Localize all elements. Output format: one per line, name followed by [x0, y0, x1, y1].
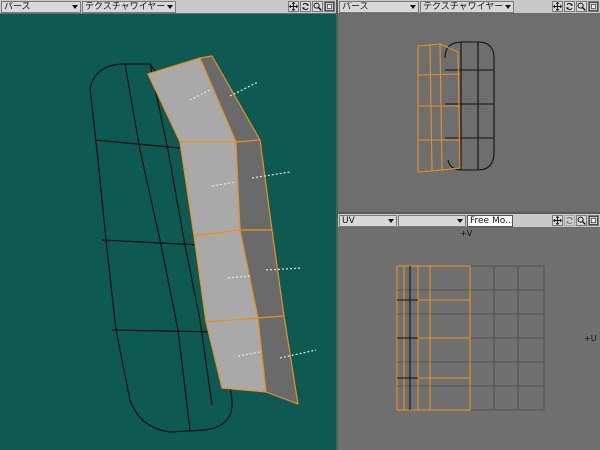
top-right-viewport-toolbar: パース テクスチャワイヤー: [338, 0, 600, 14]
move-view-icon[interactable]: [552, 1, 563, 12]
main-3d-scene: [89, 55, 317, 433]
chevron-down-icon: [457, 218, 463, 223]
uv-viewport[interactable]: UV Free Mo... +V +U: [338, 214, 600, 450]
zoom-icon[interactable]: [576, 215, 587, 226]
projection-label: パース: [4, 1, 31, 12]
chevron-down-icon: [410, 4, 416, 9]
projection-dropdown[interactable]: パース: [1, 0, 81, 13]
maximize-viewport-icon[interactable]: [588, 1, 599, 12]
uv-map-dropdown[interactable]: [398, 214, 466, 227]
maximize-viewport-icon[interactable]: [324, 1, 335, 12]
chevron-down-icon: [388, 218, 394, 223]
chevron-down-icon: [167, 4, 174, 9]
main-viewport[interactable]: パース テクスチャワイヤー: [0, 0, 336, 450]
rotate-view-icon[interactable]: [300, 1, 311, 12]
uv-projection-label: UV: [342, 215, 355, 226]
chevron-down-icon: [505, 4, 512, 9]
uv-map-name-field[interactable]: Free Mo...: [467, 214, 513, 227]
top-right-viewport-canvas[interactable]: [338, 14, 600, 212]
shading-dropdown[interactable]: テクスチャワイヤー: [82, 0, 176, 13]
selected-mesh: [147, 55, 299, 405]
projection-dropdown[interactable]: パース: [339, 0, 419, 13]
main-viewport-canvas[interactable]: [0, 14, 336, 450]
shading-label: テクスチャワイヤー: [85, 1, 166, 12]
rotate-view-icon: [564, 215, 575, 226]
uv-overlap-edges: [397, 266, 418, 410]
chevron-down-icon: [72, 4, 78, 9]
projection-label: パース: [342, 1, 369, 12]
rotate-view-icon[interactable]: [564, 1, 575, 12]
uv-projection-dropdown[interactable]: UV: [339, 214, 397, 227]
move-view-icon[interactable]: [552, 215, 563, 226]
zoom-icon[interactable]: [576, 1, 587, 12]
top-right-viewport[interactable]: パース テクスチャワイヤー: [338, 0, 600, 212]
move-view-icon[interactable]: [288, 1, 299, 12]
uv-viewport-toolbar: UV Free Mo...: [338, 214, 600, 228]
zoom-icon[interactable]: [312, 1, 323, 12]
maximize-viewport-icon[interactable]: [588, 215, 599, 226]
main-viewport-toolbar: パース テクスチャワイヤー: [0, 0, 336, 14]
selected-mesh: [417, 43, 461, 173]
top-right-3d-scene: [417, 41, 495, 173]
uv-viewport-canvas[interactable]: +V +U: [338, 228, 600, 450]
uv-grid: [396, 265, 545, 411]
shading-label: テクスチャワイヤー: [423, 1, 504, 12]
shading-dropdown[interactable]: テクスチャワイヤー: [420, 0, 514, 13]
